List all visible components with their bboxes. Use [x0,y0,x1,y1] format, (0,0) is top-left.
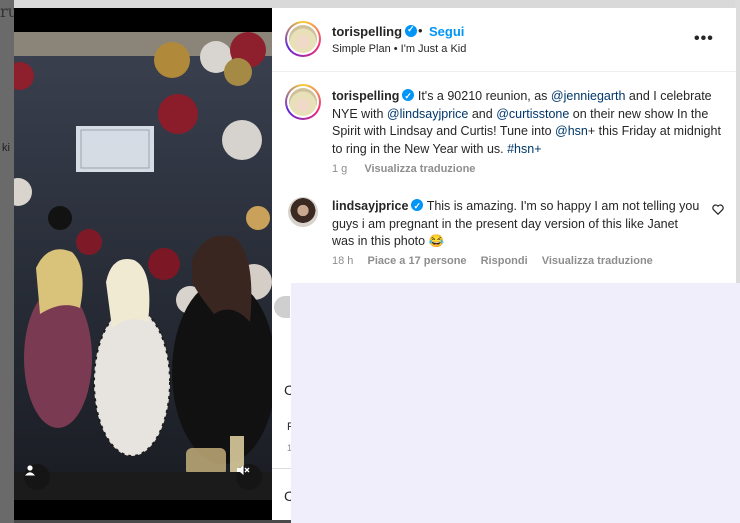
mention-link[interactable]: @lindsayjprice [387,107,468,121]
comment-likes[interactable]: Piace a 17 persone [367,255,466,267]
caption-part: and [468,106,497,121]
caption-username[interactable]: torispelling [332,88,415,106]
avatar[interactable] [285,84,321,120]
comment-meta: 18 h Piace a 17 persone Rispondi Visuali… [332,255,664,267]
separator-dot: • [418,23,423,38]
avatar[interactable] [285,21,321,57]
background-glyph-mid: ki [2,142,10,154]
avatar[interactable] [274,296,290,318]
background-left-edge [0,0,14,523]
caption-text: torispelling It's a 90210 reunion, as @j… [332,88,722,158]
mention-link[interactable]: @jenniegarth [551,89,626,103]
divider [272,468,291,469]
caption-part: It's a 90210 reunion, as [417,89,551,103]
verified-badge-icon [402,88,415,106]
heart-icon[interactable] [712,204,724,218]
verified-badge-icon [411,198,424,216]
caption-time[interactable]: 1 g [332,163,347,175]
video-frame [14,32,272,500]
comment-text: lindsayjprice This is amazing. I'm so ha… [332,198,702,251]
audio-track-link[interactable]: Simple Plan • I'm Just a Kid [332,43,466,55]
post-video[interactable] [14,32,272,500]
comment-time[interactable]: 18 h [332,255,353,267]
reply-button[interactable]: Rispondi [481,255,528,267]
caption-meta: 1 g Visualizza traduzione [332,163,489,175]
redaction-overlay [291,283,740,523]
mention-link[interactable]: @hsn [555,124,588,138]
translate-button[interactable]: Visualizza traduzione [542,255,653,267]
mention-link[interactable]: @curtisstone [496,107,569,121]
follow-button[interactable]: Segui [429,24,464,39]
verified-badge-icon [405,24,418,37]
comment-username[interactable]: lindsayjprice [332,198,424,216]
user-tag-icon[interactable] [24,464,50,490]
post-header: torispelling • Segui Simple Plan • I'm J… [272,8,736,72]
sound-off-icon[interactable] [236,464,262,490]
laughing-emoji: 😂 [428,234,445,248]
avatar[interactable] [288,197,318,227]
more-options-icon[interactable]: ••• [694,30,714,48]
hashtag-link[interactable]: #hsn+ [507,142,541,156]
post-author-username[interactable]: torispelling [332,24,418,39]
translate-button[interactable]: Visualizza traduzione [364,163,475,175]
